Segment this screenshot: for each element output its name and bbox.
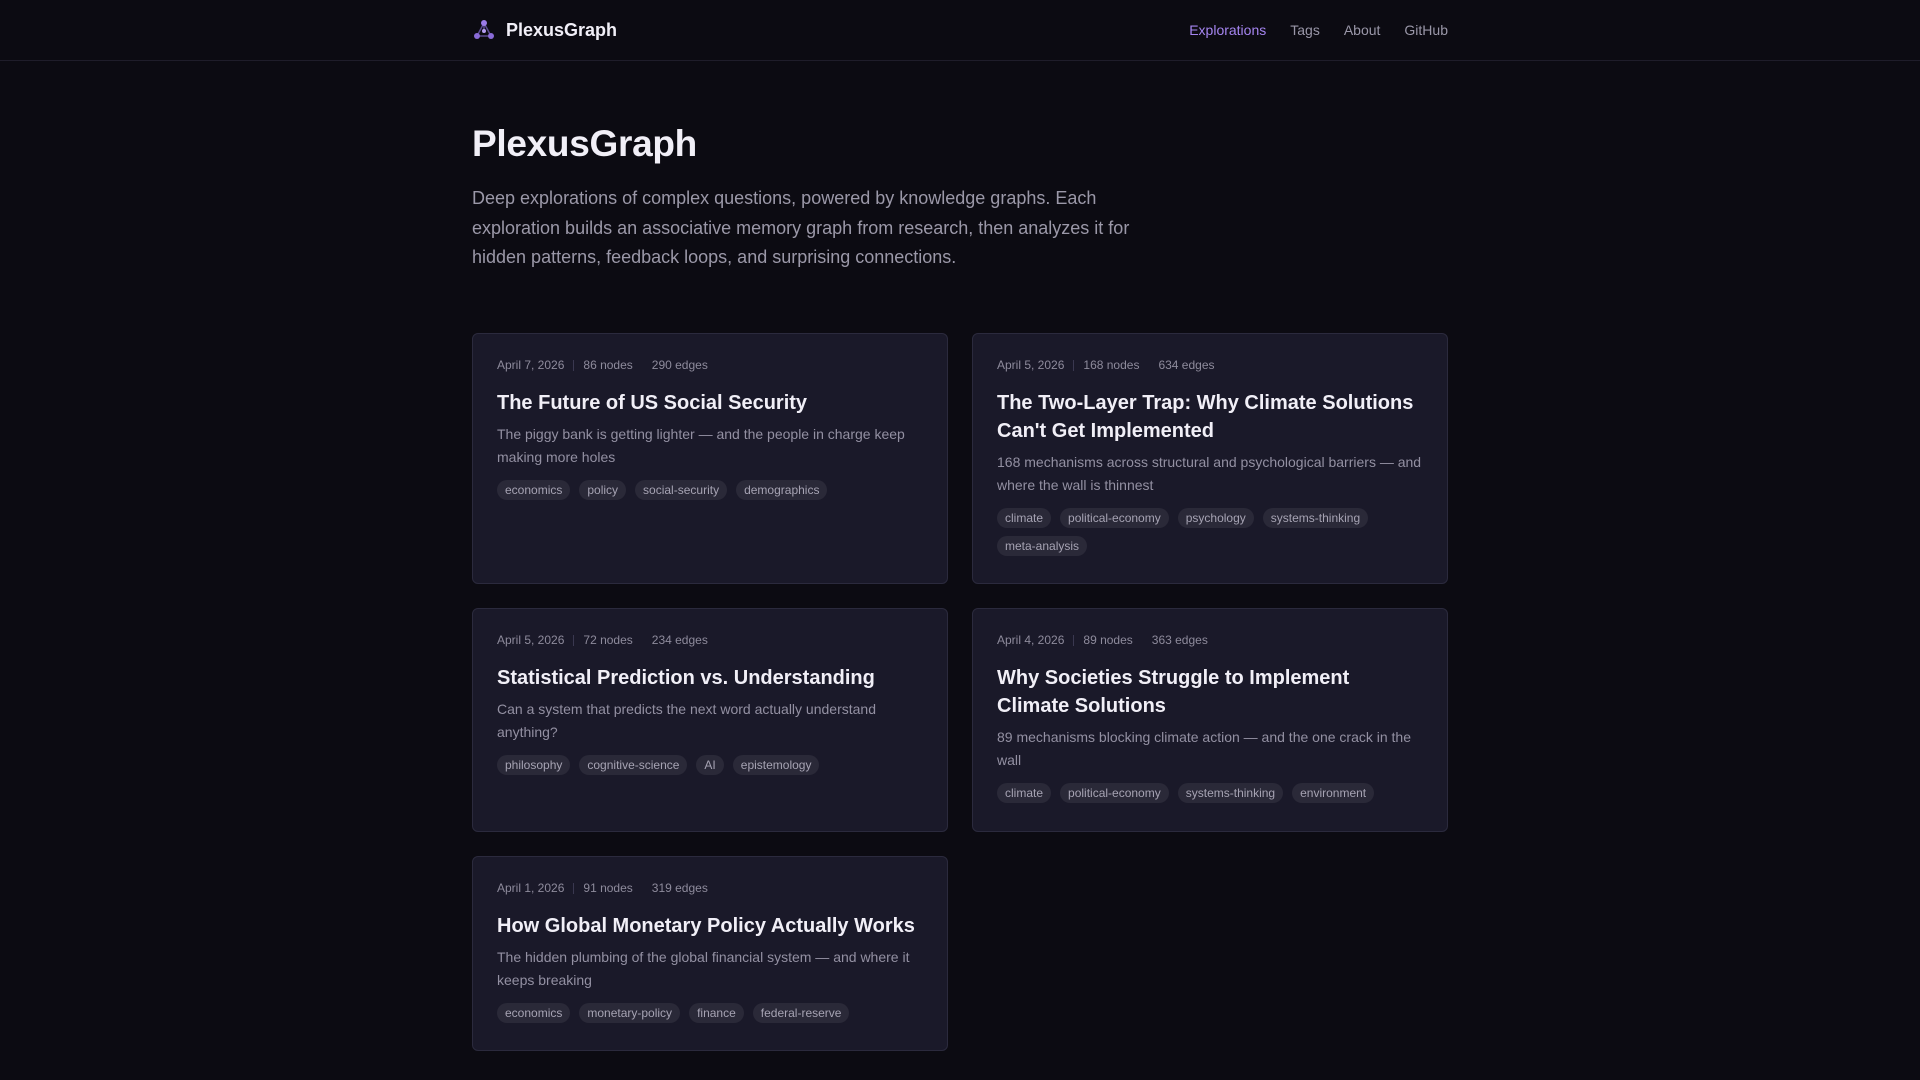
brand-name: PlexusGraph [506, 19, 618, 40]
page-title: PlexusGraph [472, 123, 697, 164]
nav-tags[interactable]: Tags [1290, 22, 1320, 38]
page-description: Deep explorations of complex questions, … [472, 188, 1130, 267]
card-subtitle: The piggy bank is getting lighter — and … [497, 426, 905, 465]
tag-chip[interactable]: demographics [736, 480, 828, 500]
card-title[interactable]: The Two-Layer Trap: Why Climate Solution… [997, 389, 1423, 445]
meta-divider [573, 359, 575, 371]
tag-chip[interactable]: federal-reserve [752, 1003, 850, 1023]
exploration-card-statistical-prediction[interactable]: April 5, 2026 72 nodes 234 edges Statist… [472, 608, 948, 832]
card-node-count: 72 nodes [583, 633, 633, 647]
card-title[interactable]: The Future of US Social Security [497, 389, 923, 417]
graph-logo-icon [474, 20, 494, 39]
tag-chip[interactable]: climate [997, 508, 1052, 528]
nav-about[interactable]: About [1344, 22, 1381, 38]
tag-chip[interactable]: AI [696, 755, 724, 775]
card-meta: April 7, 2026 86 nodes 290 edges [497, 357, 923, 373]
explorations-grid: April 7, 2026 86 nodes 290 edges The Fut… [472, 333, 1448, 1051]
card-meta: April 1, 2026 91 nodes 319 edges [497, 880, 923, 896]
card-date: April 1, 2026 [497, 881, 565, 895]
tag-chip[interactable]: epistemology [732, 755, 820, 775]
tag-chip[interactable]: climate [997, 783, 1052, 803]
card-node-count: 168 nodes [1083, 358, 1140, 372]
hero-section: PlexusGraph Deep explorations of complex… [472, 122, 1172, 273]
exploration-card-monetary-policy[interactable]: April 1, 2026 91 nodes 319 edges How Glo… [472, 856, 948, 1051]
card-edge-count: 634 edges [1158, 358, 1215, 372]
card-date: April 5, 2026 [497, 633, 565, 647]
tag-chip[interactable]: social-security [635, 480, 728, 500]
card-title[interactable]: Statistical Prediction vs. Understanding [497, 664, 923, 692]
top-navigation-bar: PlexusGraph Explorations Tags About GitH… [0, 0, 1920, 61]
card-node-count: 89 nodes [1083, 633, 1133, 647]
top-navigation-inner: PlexusGraph Explorations Tags About GitH… [472, 0, 1448, 60]
card-subtitle: Can a system that predicts the next word… [497, 701, 876, 740]
meta-divider [573, 882, 575, 894]
card-tag-list: philosophy cognitive-science AI epistemo… [497, 755, 923, 775]
card-date: April 5, 2026 [997, 358, 1065, 372]
nav-explorations[interactable]: Explorations [1189, 22, 1266, 38]
tag-chip[interactable]: philosophy [497, 755, 571, 775]
main-nav: Explorations Tags About GitHub [1189, 22, 1448, 38]
tag-chip[interactable]: systems-thinking [1262, 508, 1369, 528]
card-title[interactable]: How Global Monetary Policy Actually Work… [497, 912, 923, 940]
card-subtitle: The hidden plumbing of the global financ… [497, 949, 910, 988]
card-date: April 7, 2026 [497, 358, 565, 372]
card-edge-count: 319 edges [651, 881, 708, 895]
card-meta: April 5, 2026 168 nodes 634 edges [997, 357, 1423, 373]
meta-divider [1073, 634, 1075, 646]
tag-chip[interactable]: systems-thinking [1177, 783, 1284, 803]
card-edge-count: 363 edges [1151, 633, 1208, 647]
card-meta: April 4, 2026 89 nodes 363 edges [997, 632, 1423, 648]
exploration-card-two-layer-trap[interactable]: April 5, 2026 168 nodes 634 edges The Tw… [972, 333, 1448, 584]
card-node-count: 91 nodes [583, 881, 633, 895]
tag-chip[interactable]: environment [1292, 783, 1375, 803]
card-tag-list: economics monetary-policy finance federa… [497, 1003, 923, 1023]
tag-chip[interactable]: cognitive-science [579, 755, 688, 775]
tag-chip[interactable]: policy [579, 480, 627, 500]
card-meta: April 5, 2026 72 nodes 234 edges [497, 632, 923, 648]
card-title[interactable]: Why Societies Struggle to Implement Clim… [997, 664, 1423, 720]
card-edge-count: 290 edges [651, 358, 708, 372]
exploration-card-societies-climate[interactable]: April 4, 2026 89 nodes 363 edges Why Soc… [972, 608, 1448, 832]
tag-chip[interactable]: economics [497, 1003, 571, 1023]
meta-divider [1073, 359, 1075, 371]
exploration-card-social-security[interactable]: April 7, 2026 86 nodes 290 edges The Fut… [472, 333, 948, 584]
card-tag-list: economics policy social-security demogra… [497, 480, 923, 500]
tag-chip[interactable]: political-economy [1060, 783, 1169, 803]
meta-divider [573, 634, 575, 646]
tag-chip[interactable]: economics [497, 480, 571, 500]
card-date: April 4, 2026 [997, 633, 1065, 647]
nav-github[interactable]: GitHub [1404, 22, 1448, 38]
tag-chip[interactable]: finance [689, 1003, 744, 1023]
tag-chip[interactable]: meta-analysis [997, 536, 1088, 556]
tag-chip[interactable]: psychology [1177, 508, 1254, 528]
card-subtitle: 89 mechanisms blocking climate action — … [997, 729, 1411, 768]
card-edge-count: 234 edges [651, 633, 708, 647]
card-subtitle: 168 mechanisms across structural and psy… [997, 454, 1422, 493]
card-node-count: 86 nodes [583, 358, 633, 372]
tag-chip[interactable]: monetary-policy [579, 1003, 681, 1023]
card-tag-list: climate political-economy psychology sys… [997, 508, 1423, 556]
card-tag-list: climate political-economy systems-thinki… [997, 783, 1423, 803]
tag-chip[interactable]: political-economy [1060, 508, 1169, 528]
brand-home-link[interactable]: PlexusGraph [472, 18, 617, 42]
